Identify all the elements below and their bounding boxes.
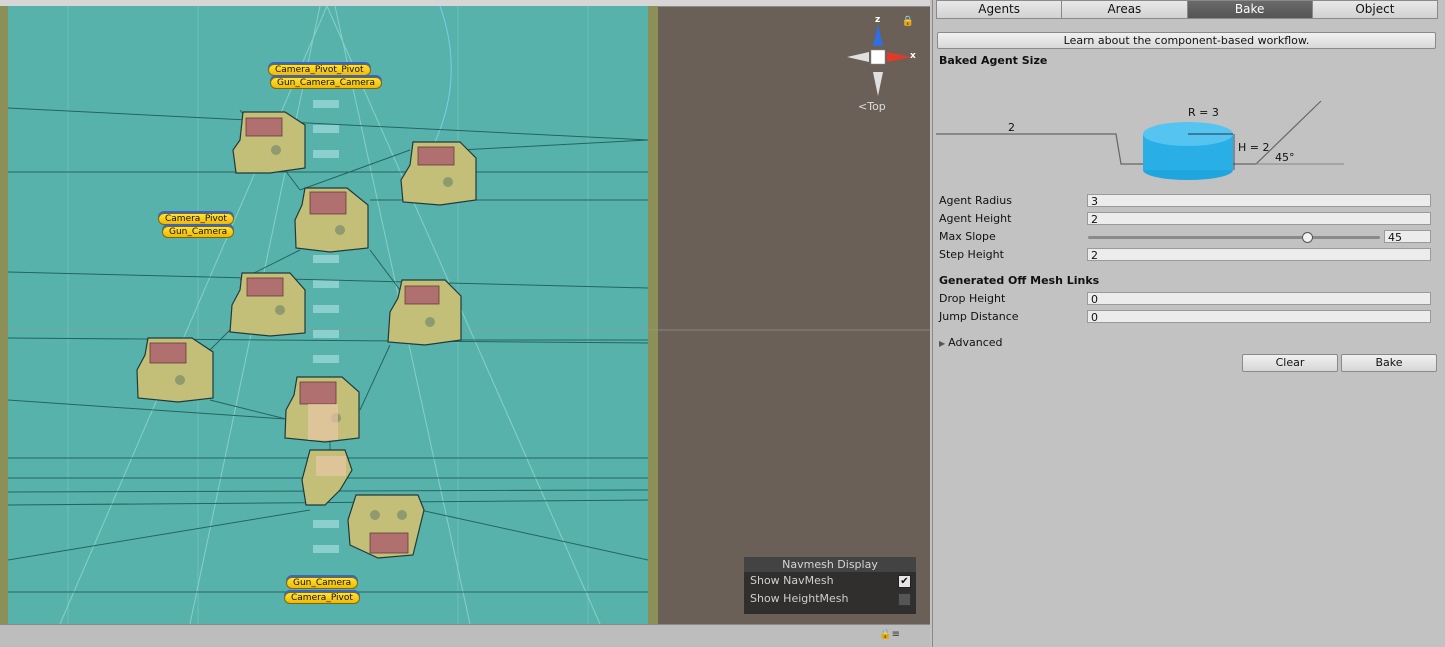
drop-height-field[interactable]: 0 bbox=[1087, 292, 1431, 306]
foldout-arrow-icon: ▶ bbox=[939, 339, 946, 348]
show-heightmesh-label: Show HeightMesh bbox=[750, 592, 849, 605]
axis-z-label: z bbox=[875, 15, 881, 25]
diagram-slope-label: 45° bbox=[1275, 151, 1295, 164]
gizmo-label-gun-camera-left[interactable]: Gun_Camera bbox=[162, 226, 235, 238]
agent-size-diagram bbox=[936, 100, 1344, 180]
max-slope-field[interactable]: 45 bbox=[1384, 230, 1431, 244]
gizmo-label-camera-pivot-left[interactable]: Camera_Pivot bbox=[158, 213, 234, 225]
scene-geometry bbox=[7, 5, 930, 624]
step-height-label: Step Height bbox=[939, 248, 1004, 261]
drop-height-label: Drop Height bbox=[939, 292, 1006, 305]
scene-status-bar bbox=[0, 624, 930, 647]
diagram-height-label: H = 2 bbox=[1238, 141, 1270, 154]
jump-distance-label: Jump Distance bbox=[939, 310, 1019, 323]
lock-icon[interactable]: 🔒 bbox=[902, 16, 914, 27]
tab-areas[interactable]: Areas bbox=[1061, 0, 1188, 19]
agent-height-field[interactable]: 2 bbox=[1087, 212, 1431, 226]
tab-agents[interactable]: Agents bbox=[936, 0, 1063, 19]
learn-workflow-button[interactable]: Learn about the component-based workflow… bbox=[937, 32, 1436, 49]
scene-view[interactable]: Camera_Pivot_Pivot Gun_Camera_Camera Cam… bbox=[0, 0, 930, 647]
off-mesh-links-title: Generated Off Mesh Links bbox=[939, 274, 1100, 287]
step-height-field[interactable]: 2 bbox=[1087, 248, 1431, 262]
baked-agent-size-title: Baked Agent Size bbox=[939, 54, 1048, 67]
gizmo-label-gun-camera-top[interactable]: Gun_Camera_Camera bbox=[270, 77, 383, 89]
advanced-label: Advanced bbox=[948, 336, 1003, 349]
show-heightmesh-row[interactable]: Show HeightMesh bbox=[744, 590, 916, 608]
orientation-label[interactable]: <Top bbox=[858, 100, 886, 113]
tab-bake[interactable]: Bake bbox=[1186, 0, 1313, 19]
clear-button[interactable]: Clear bbox=[1242, 354, 1338, 372]
show-heightmesh-checkbox[interactable] bbox=[898, 593, 911, 606]
bake-button[interactable]: Bake bbox=[1341, 354, 1437, 372]
diagram-step-label: 2 bbox=[1008, 121, 1015, 134]
navmesh-display-panel: Navmesh Display Show NavMesh ✔ Show Heig… bbox=[744, 557, 916, 614]
axis-x-label: x bbox=[910, 51, 916, 61]
navigation-panel: Agents Areas Bake Object Learn about the… bbox=[932, 0, 1445, 647]
orientation-gizmo[interactable] bbox=[845, 14, 925, 114]
layout-lock-icon[interactable]: 🔒≡ bbox=[879, 629, 900, 640]
agent-radius-field[interactable]: 3 bbox=[1087, 194, 1431, 208]
gizmo-label-camera-pivot-bottom[interactable]: Camera_Pivot bbox=[284, 592, 360, 604]
back-arrow-icon: < bbox=[858, 100, 868, 113]
max-slope-slider-thumb[interactable] bbox=[1302, 232, 1313, 243]
advanced-foldout[interactable]: ▶ Advanced bbox=[939, 336, 1003, 349]
show-navmesh-label: Show NavMesh bbox=[750, 574, 834, 587]
jump-distance-field[interactable]: 0 bbox=[1087, 310, 1431, 324]
show-navmesh-row[interactable]: Show NavMesh ✔ bbox=[744, 572, 916, 590]
agent-height-label: Agent Height bbox=[939, 212, 1012, 225]
gizmo-label-camera-pivot-top[interactable]: Camera_Pivot_Pivot bbox=[268, 64, 371, 76]
agent-radius-label: Agent Radius bbox=[939, 194, 1012, 207]
max-slope-slider-track[interactable] bbox=[1088, 236, 1380, 239]
navigation-tabs: Agents Areas Bake Object bbox=[936, 0, 1438, 19]
navmesh-display-title: Navmesh Display bbox=[744, 557, 916, 572]
show-navmesh-checkbox[interactable]: ✔ bbox=[898, 575, 911, 588]
diagram-radius-label: R = 3 bbox=[1188, 106, 1219, 119]
gizmo-label-gun-camera-bottom[interactable]: Gun_Camera bbox=[286, 577, 359, 589]
tab-object[interactable]: Object bbox=[1311, 0, 1438, 19]
max-slope-label: Max Slope bbox=[939, 230, 996, 243]
